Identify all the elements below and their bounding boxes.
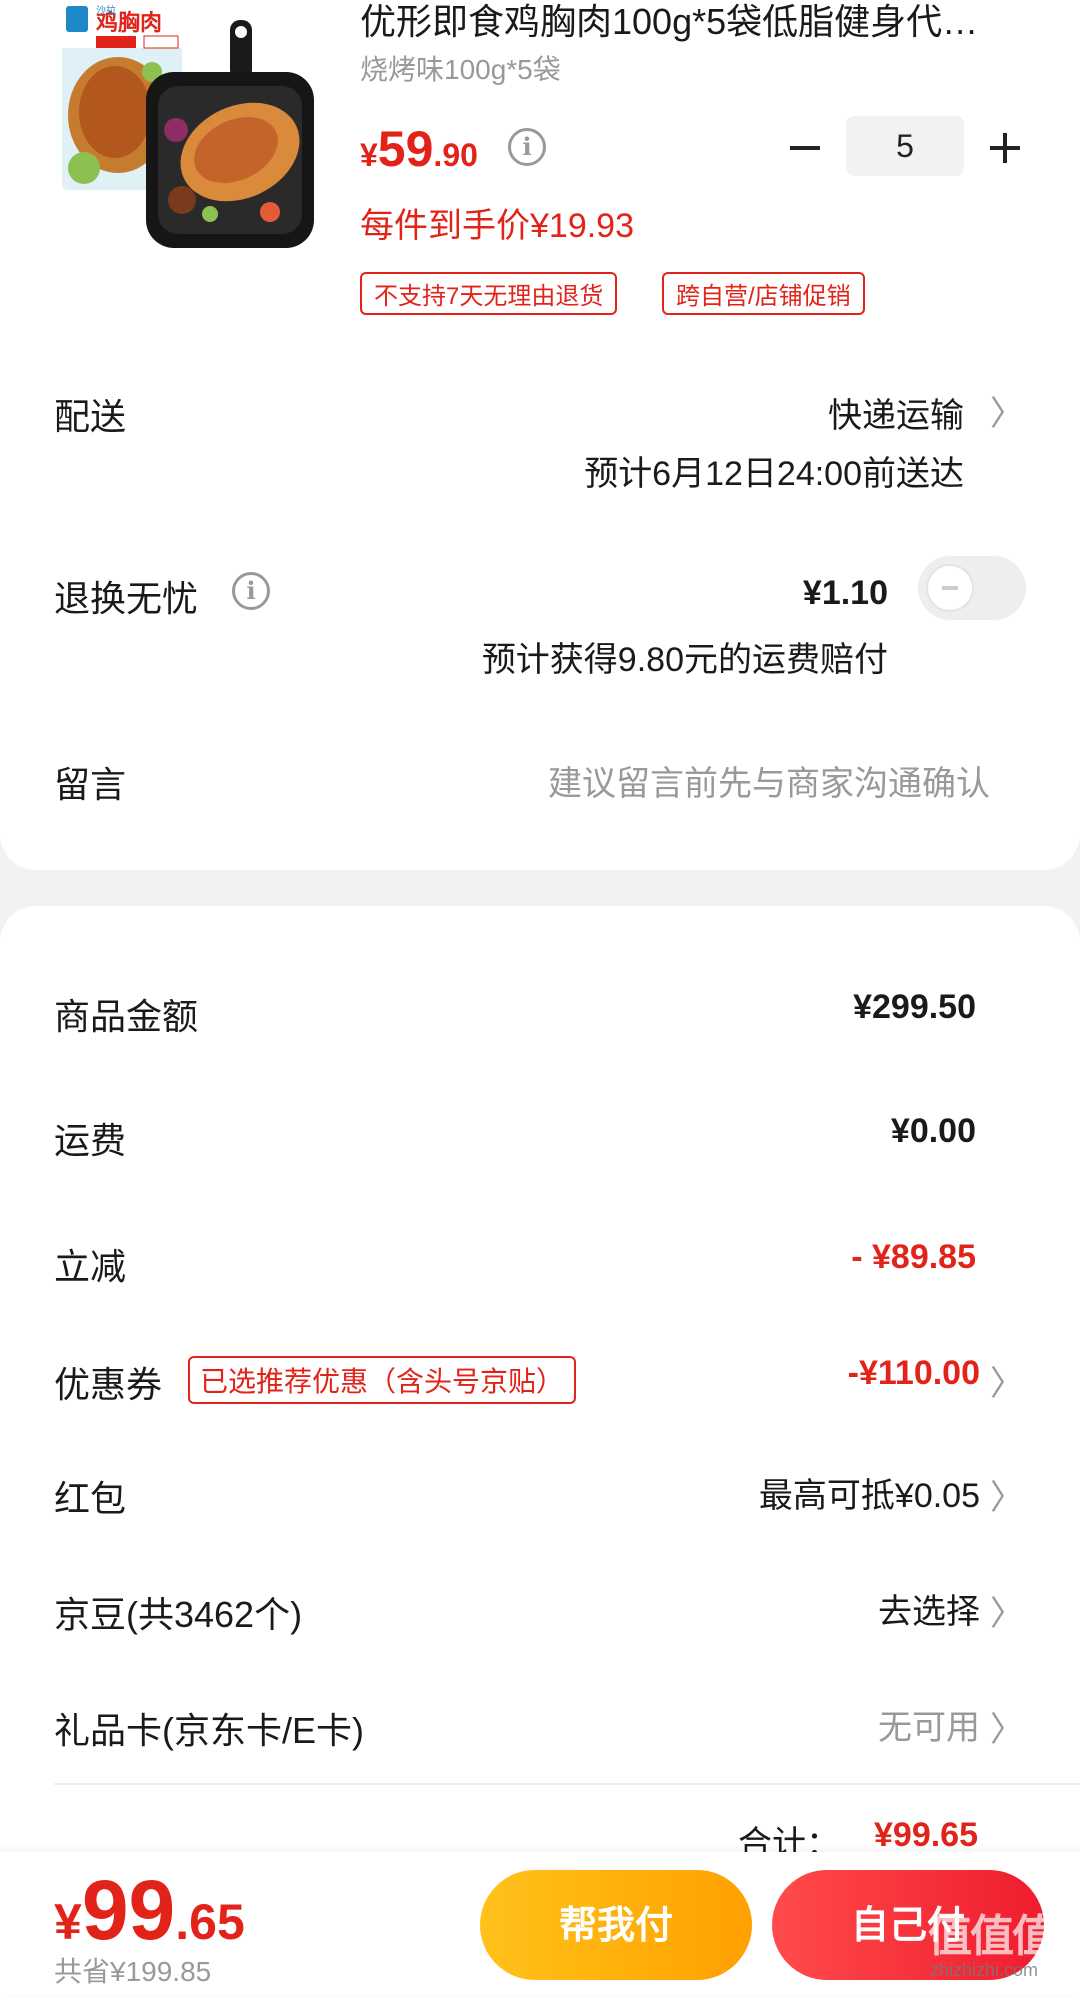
coupon-selected-tag[interactable]: 已选推荐优惠（含头号京贴） [188, 1356, 577, 1404]
package-sub-text: 沙拉 [96, 4, 116, 17]
info-icon[interactable]: i [508, 128, 546, 166]
total-value: ¥99.65 [874, 1816, 978, 1854]
tag-no-7day-return: 不支持7天无理由退货 [360, 272, 618, 315]
toggle-knob [926, 564, 974, 612]
jingdou-label: 京豆(共3462个) [54, 1594, 303, 1635]
goods-amount-value: ¥299.50 [853, 988, 976, 1026]
price-integer: 59 [377, 121, 434, 177]
return-insurance-label: 退换无忧 [54, 578, 199, 619]
goods-amount-label: 商品金额 [54, 996, 199, 1037]
redpacket-label: 红包 [54, 1478, 127, 1519]
tag-cross-promo: 跨自营/店铺促销 [662, 272, 865, 315]
coupon-label: 优惠券 [54, 1364, 163, 1405]
jingdou-chevron-icon[interactable]: 〉 [990, 1586, 1024, 1635]
delivery-chevron-icon[interactable]: 〉 [990, 386, 1024, 435]
giftcard-value[interactable]: 无可用 [878, 1700, 980, 1749]
coupon-value[interactable]: -¥110.00 [848, 1354, 980, 1393]
unit-price: 每件到手价¥19.93 [360, 207, 634, 245]
return-insurance-price: ¥1.10 [802, 574, 888, 612]
quantity-minus-button[interactable] [790, 146, 820, 150]
return-insurance-toggle[interactable] [918, 556, 1026, 620]
price-decimal: .90 [433, 137, 478, 173]
price-currency: ¥ [360, 137, 378, 173]
shipping-value: ¥0.00 [890, 1112, 976, 1150]
discount-label: 立减 [54, 1246, 127, 1287]
discount-value: - ¥89.85 [851, 1238, 976, 1276]
bottom-total-decimal: .65 [175, 1894, 245, 1950]
message-label: 留言 [54, 764, 127, 805]
return-insurance-desc: 预计获得9.80元的运费赔付 [481, 641, 888, 679]
product-image[interactable]: 鸡胸肉 沙拉 [60, 0, 320, 255]
quantity-input[interactable]: 5 [846, 116, 964, 176]
saved-amount: 共省¥199.85 [54, 1956, 212, 1987]
bottom-total-integer: 99 [81, 1863, 176, 1957]
giftcard-label: 礼品卡(京东卡/E卡) [54, 1710, 364, 1751]
watermark-url: zhizhizhi.com [930, 1960, 1039, 1980]
shipping-label: 运费 [54, 1120, 127, 1161]
bottom-currency: ¥ [54, 1894, 82, 1950]
delivery-eta: 预计6月12日24:00前送达 [584, 455, 964, 493]
watermark-logo: 值值值 [928, 1912, 1056, 1961]
delivery-method[interactable]: 快递运输 [828, 388, 964, 437]
message-input[interactable]: 建议留言前先与商家沟通确认 [548, 756, 990, 805]
delivery-label: 配送 [54, 396, 127, 437]
jingdou-value[interactable]: 去选择 [878, 1584, 980, 1633]
product-spec[interactable]: 烧烤味100g*5袋 [360, 48, 561, 88]
coupon-chevron-icon[interactable]: 〉 [990, 1356, 1024, 1405]
redpacket-chevron-icon[interactable]: 〉 [990, 1470, 1024, 1519]
bottom-total-price: ¥99.65 [54, 1862, 245, 1959]
giftcard-chevron-icon[interactable]: 〉 [990, 1702, 1024, 1751]
redpacket-value[interactable]: 最高可抵¥0.05 [759, 1468, 980, 1517]
product-price: ¥59.90 [360, 120, 478, 178]
help-pay-button[interactable]: 帮我付 [480, 1870, 752, 1980]
plus-icon[interactable] [1003, 133, 1007, 163]
product-title[interactable]: 优形即食鸡胸肉100g*5袋低脂健身代… [360, 0, 1020, 44]
divider [54, 1783, 1080, 1785]
return-info-icon[interactable]: i [232, 572, 270, 610]
